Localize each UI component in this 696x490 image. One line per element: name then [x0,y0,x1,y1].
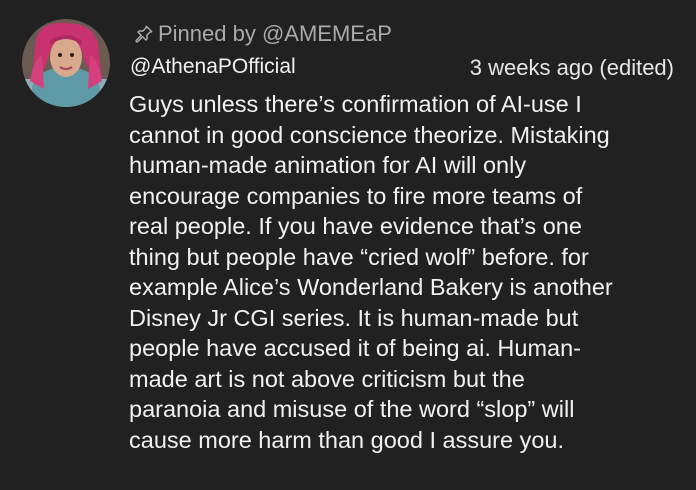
comment-line: Disney Jr CGI series. It is human-made b… [129,304,579,331]
comment-line: cause more harm than good I assure you. [129,426,564,453]
comment-timestamp[interactable]: 3 weeks ago (edited) [470,56,674,80]
comment-line: Guys unless there’s confirmation of AI-u… [129,91,582,117]
pinned-indicator: Pinned by @AMEMEaP [133,22,392,46]
comment-line: made art is not above criticism but the [129,365,525,392]
comment-line: example Alice’s Wonderland Bakery is ano… [129,274,613,300]
comment-line: encourage companies to fire more teams o… [129,182,583,209]
pinned-comment: Pinned by @AMEMEaP @AthenaPOfficial 3 we… [0,0,696,490]
comment-line: people have accused it of being ai. Huma… [129,335,582,361]
comment-line: human-made animation for AI will only [129,152,527,178]
comment-line: cannot in good conscience theorize. Mist… [129,121,610,148]
comment-line: real people. If you have evidence that’s… [129,213,582,239]
author-avatar[interactable] [22,19,110,107]
comment-line: paranoia and misuse of the word “slop” w… [129,396,575,422]
comment-line: thing but people have “cried wolf” befor… [129,243,589,270]
comment-body: Guys unless there’s confirmation of AI-u… [129,89,679,455]
avatar-image [22,19,110,107]
pin-icon [133,23,155,45]
pinned-by-label: Pinned by @AMEMEaP [158,21,392,46]
author-handle[interactable]: @AthenaPOfficial [130,55,296,79]
